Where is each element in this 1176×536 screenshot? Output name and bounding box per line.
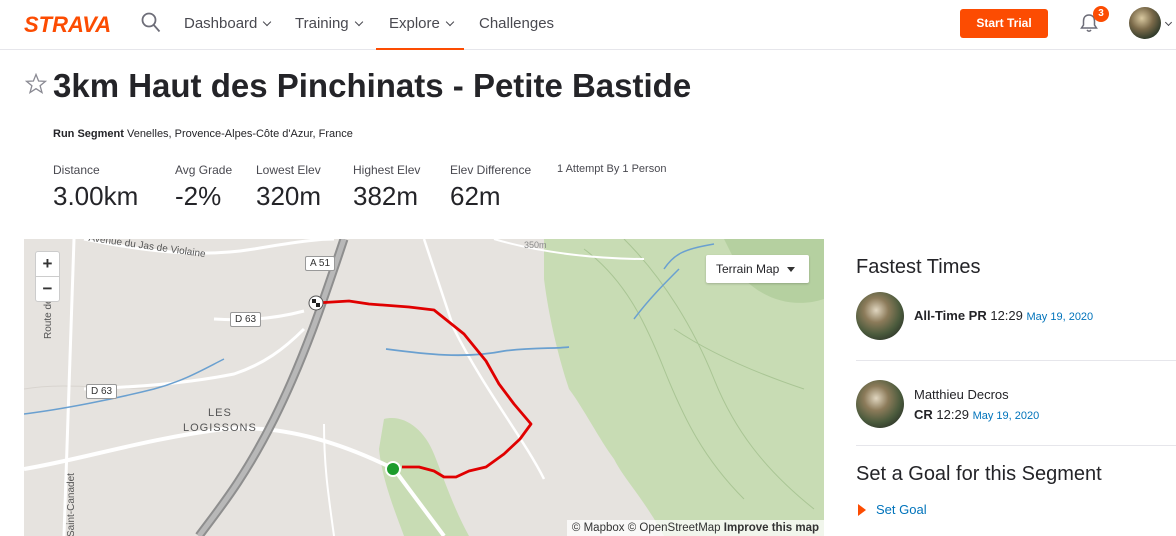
start-marker-icon (385, 461, 401, 477)
nav-active-indicator (376, 48, 464, 50)
stat-value: 382m (353, 181, 419, 211)
athlete-name-link[interactable]: Matthieu Decros (914, 387, 1009, 402)
map-label: 350m (524, 240, 547, 250)
fastest-times-heading: Fastest Times (856, 256, 981, 278)
pr-date-link[interactable]: May 19, 2020 (1027, 311, 1094, 323)
notification-badge: 3 (1093, 6, 1109, 22)
zoom-in-button[interactable]: + (36, 252, 59, 276)
stat-value: -2% (175, 181, 222, 211)
motorway (195, 239, 349, 536)
page-title: 3km Haut des Pinchinats - Petite Bastide (53, 67, 692, 104)
set-goal-link[interactable]: Set Goal (858, 502, 927, 517)
nav-training[interactable]: Training (295, 15, 363, 32)
road (83, 327, 306, 391)
stat-highest-elev: Highest Elev 382m (353, 163, 420, 212)
start-trial-button[interactable]: Start Trial (960, 9, 1048, 38)
stat-value: 62m (450, 181, 501, 211)
nav-challenges[interactable]: Challenges (479, 15, 554, 32)
avatar[interactable] (1129, 7, 1161, 39)
road-shield: A 51 (305, 256, 336, 271)
stat-elev-difference: Elev Difference 62m (450, 163, 531, 212)
stat-value: 320m (256, 181, 322, 211)
stat-label: Highest Elev (353, 163, 421, 177)
stat-label: Elev Difference (450, 163, 532, 177)
attempts-count: 1 Attempt By 1 Person (557, 163, 667, 175)
map-label: Saint-Canadet (66, 473, 77, 536)
nav-training-label: Training (295, 15, 349, 32)
goal-heading: Set a Goal for this Segment (856, 463, 1102, 485)
nav-dashboard-label: Dashboard (184, 15, 258, 32)
pr-line: All-Time PR 12:29 May 19, 2020 (914, 308, 1093, 323)
star-outline-icon[interactable] (25, 73, 47, 95)
stat-avg-grade: Avg Grade -2% (175, 163, 232, 212)
cr-label: CR (914, 407, 933, 422)
terrain-map-label: Terrain Map (716, 262, 780, 276)
finish-flag-icon (312, 299, 316, 303)
avatar[interactable] (856, 380, 904, 428)
top-nav: STRAVA Dashboard Training Explore Challe… (0, 0, 1176, 50)
segment-map[interactable]: Avenue du Jas de Violaine Route de Saint… (24, 239, 824, 536)
terrain-map-select[interactable]: Terrain Map (706, 255, 809, 283)
pr-label: All-Time PR (914, 308, 987, 323)
map-label: LES (208, 407, 232, 419)
map-label: LOGISSONS (183, 422, 257, 434)
segment-subtitle: Run Segment Venelles, Provence-Alpes-Côt… (53, 128, 353, 140)
nav-explore-label: Explore (389, 15, 440, 32)
road-shield: D 63 (86, 384, 118, 399)
stat-value: 3.00km (53, 181, 139, 211)
nav-explore[interactable]: Explore (389, 15, 455, 32)
improve-map-link[interactable]: Improve this map (724, 522, 819, 534)
nav-challenges-label: Challenges (479, 15, 555, 32)
strava-logo[interactable]: STRAVA (24, 12, 111, 38)
divider (856, 360, 1176, 361)
finish-flag-icon (316, 303, 320, 307)
nav-dashboard[interactable]: Dashboard (184, 15, 272, 32)
avatar[interactable] (856, 292, 904, 340)
zoom-out-button[interactable]: − (36, 277, 59, 301)
mapbox-link[interactable]: © Mapbox (572, 522, 625, 534)
chevron-down-icon (354, 17, 363, 27)
pr-time: 12:29 (990, 308, 1023, 323)
chevron-down-icon[interactable] (1164, 18, 1173, 27)
finish-flag-icon (312, 303, 316, 307)
map-attribution: © Mapbox © OpenStreetMap Improve this ma… (566, 520, 824, 536)
cr-line: CR 12:29 May 19, 2020 (914, 407, 1039, 422)
stat-distance: Distance 3.00km (53, 163, 138, 212)
stat-label: Lowest Elev (256, 163, 321, 177)
arrow-right-icon (858, 504, 866, 516)
finish-flag-icon (316, 299, 320, 303)
stat-lowest-elev: Lowest Elev 320m (256, 163, 321, 212)
segment-type: Run Segment (53, 128, 124, 140)
stat-label: Avg Grade (175, 163, 233, 177)
chevron-down-icon (445, 17, 455, 27)
osm-link[interactable]: © OpenStreetMap (628, 522, 721, 534)
road-shield: D 63 (230, 312, 262, 327)
map-canvas[interactable] (24, 239, 824, 536)
stat-label: Distance (53, 163, 100, 177)
motorway (196, 239, 347, 536)
chevron-down-icon (263, 17, 272, 27)
caret-down-icon (787, 267, 795, 272)
cr-date-link[interactable]: May 19, 2020 (973, 410, 1040, 422)
cr-time: 12:29 (936, 407, 969, 422)
segment-location: Venelles, Provence-Alpes-Côte d'Azur, Fr… (126, 128, 353, 140)
zoom-control: + − (35, 251, 60, 302)
divider (856, 445, 1176, 446)
set-goal-label: Set Goal (876, 502, 927, 517)
search-icon[interactable] (141, 12, 161, 34)
